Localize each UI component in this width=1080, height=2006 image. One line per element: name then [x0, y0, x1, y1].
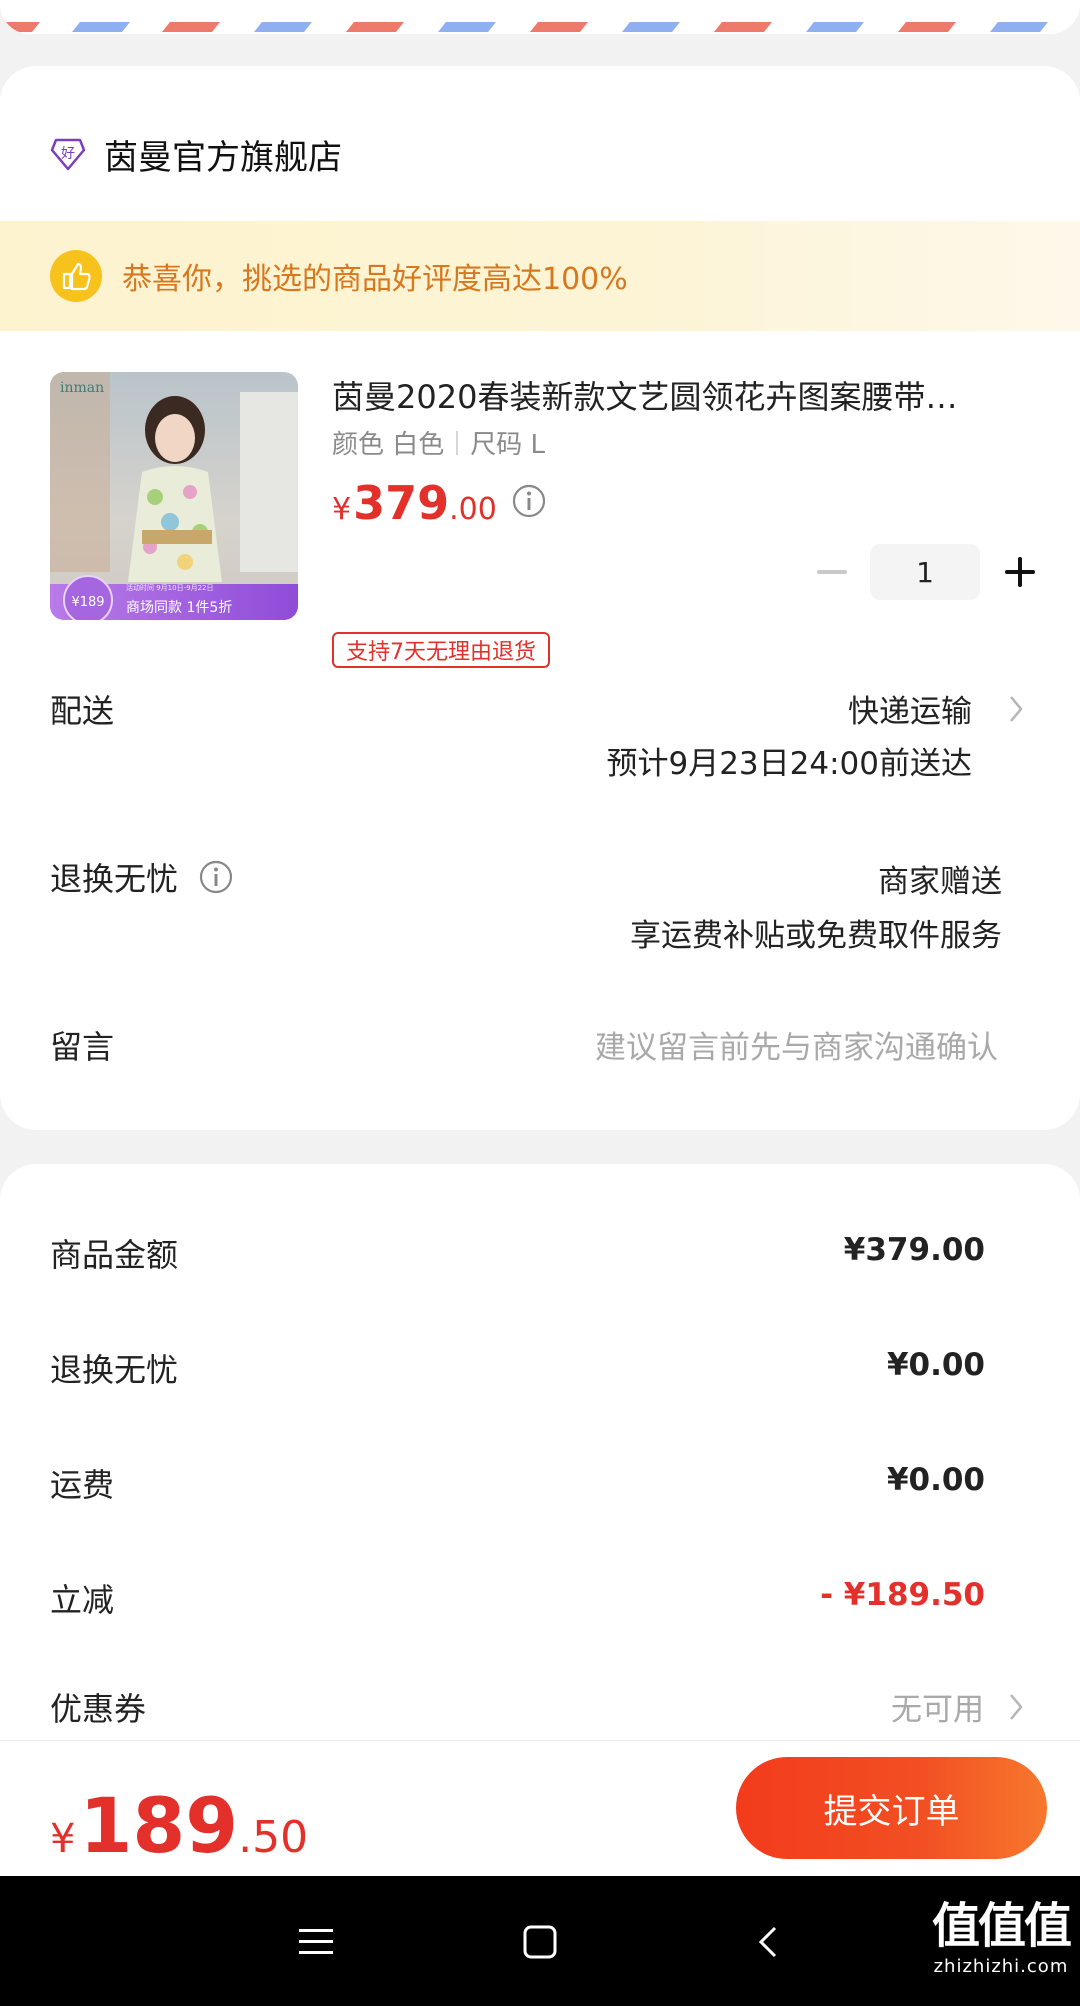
- order-card: 好 茵曼官方旗舰店 恭喜你，挑选的商品好评度高达100% inman ¥189 …: [0, 66, 1080, 1130]
- coupon-label: 优惠券: [50, 1690, 147, 1728]
- info-icon[interactable]: [511, 483, 547, 519]
- good-badge-icon: 好: [50, 138, 86, 171]
- return-service-line1: 商家赠送: [878, 864, 1002, 900]
- menu-icon: [299, 1929, 333, 1954]
- shipping-value: ¥0.00: [886, 1462, 985, 1498]
- home-button[interactable]: [512, 1914, 568, 1970]
- decrease-button[interactable]: [812, 552, 852, 592]
- plus-icon: [1005, 557, 1035, 587]
- return-fee-label: 退换无忧: [50, 1351, 179, 1389]
- praise-banner: 恭喜你，挑选的商品好评度高达100%: [0, 221, 1080, 331]
- address-airmail-stripe: [0, 0, 1080, 34]
- product-image[interactable]: inman ¥189 商场同款 1件5折 活动时间 9月10日-9月22日: [50, 372, 298, 620]
- return-fee-value: ¥0.00: [886, 1347, 985, 1383]
- checkout-bar: ¥ 189 .50 提交订单: [0, 1740, 1080, 1876]
- return-service-row-label: 退换无忧: [50, 854, 234, 900]
- price-summary-card: 商品金额 ¥379.00 退换无忧 ¥0.00 运费 ¥0.00 立减 - ¥1…: [0, 1164, 1080, 1744]
- svg-text:活动时间 9月10日-9月22日: 活动时间 9月10日-9月22日: [126, 583, 213, 592]
- back-button[interactable]: [740, 1914, 796, 1970]
- shop-name[interactable]: 茵曼官方旗舰店: [104, 130, 342, 179]
- price-decimal: .00: [449, 492, 497, 527]
- product-price: ¥ 379 .00: [332, 476, 547, 530]
- quantity-input[interactable]: 1: [870, 544, 980, 600]
- product-spec[interactable]: 颜色 白色 尺码 L: [332, 424, 545, 461]
- product-title[interactable]: 茵曼2020春装新款文艺圆领花卉图案腰带…: [332, 372, 1032, 418]
- system-nav-bar: 值值值 zhizhizhi.com: [0, 1876, 1080, 2006]
- svg-text:好: 好: [61, 146, 75, 162]
- increase-button[interactable]: [1000, 552, 1040, 592]
- return-service-label: 退换无忧: [50, 860, 179, 898]
- svg-text:商场同款 1件5折: 商场同款 1件5折: [126, 600, 232, 616]
- chevron-right-icon[interactable]: [1008, 694, 1024, 724]
- message-input[interactable]: 建议留言前先与商家沟通确认: [595, 1022, 998, 1067]
- chevron-right-icon[interactable]: [1008, 1692, 1024, 1722]
- praise-text: 恭喜你，挑选的商品好评度高达100%: [122, 262, 628, 297]
- info-icon[interactable]: [198, 859, 234, 895]
- minus-icon: [817, 570, 847, 574]
- spec-color: 颜色 白色: [332, 430, 445, 460]
- site-watermark: 值值值 zhizhizhi.com: [931, 1886, 1072, 1977]
- back-icon: [758, 1926, 777, 1958]
- quantity-stepper: 1: [812, 544, 1040, 600]
- home-icon: [523, 1925, 557, 1959]
- price-integer: 379: [353, 476, 450, 530]
- order-confirm-page: 好 茵曼官方旗舰店 恭喜你，挑选的商品好评度高达100% inman ¥189 …: [0, 0, 1080, 2006]
- delivery-eta: 预计9月23日24:00前送达: [606, 746, 972, 782]
- menu-button[interactable]: [288, 1914, 344, 1970]
- total-integer: 189: [79, 1781, 239, 1870]
- return-service-line2: 享运费补贴或免费取件服务: [630, 918, 1002, 954]
- total-price: ¥ 189 .50: [50, 1781, 308, 1870]
- spec-size: 尺码 L: [470, 430, 546, 460]
- discount-value: - ¥189.50: [820, 1577, 985, 1613]
- svg-text:inman: inman: [60, 380, 104, 396]
- total-decimal: .50: [238, 1812, 309, 1863]
- goods-amount-label: 商品金额: [50, 1236, 179, 1274]
- coupon-value[interactable]: 无可用: [891, 1684, 984, 1729]
- watermark-url: zhizhizhi.com: [933, 1956, 1069, 1977]
- shop-header[interactable]: 好 茵曼官方旗舰店: [50, 126, 342, 182]
- total-symbol: ¥: [50, 1816, 76, 1862]
- delivery-label: 配送: [50, 692, 115, 730]
- shipping-label: 运费: [50, 1466, 115, 1504]
- goods-amount-value: ¥379.00: [843, 1232, 985, 1268]
- discount-label: 立减: [50, 1581, 115, 1619]
- submit-order-button[interactable]: 提交订单: [736, 1757, 1047, 1859]
- watermark-logo: 值值值: [931, 1898, 1072, 1954]
- spec-divider: [456, 430, 459, 455]
- message-label: 留言: [50, 1028, 115, 1066]
- price-symbol: ¥: [332, 492, 352, 527]
- svg-text:¥189: ¥189: [71, 595, 104, 610]
- thumbs-up-icon: [50, 250, 102, 302]
- delivery-method[interactable]: 快递运输: [848, 686, 972, 731]
- return-policy-tag: 支持7天无理由退货: [332, 632, 550, 668]
- stripe-pattern: [0, 22, 1048, 32]
